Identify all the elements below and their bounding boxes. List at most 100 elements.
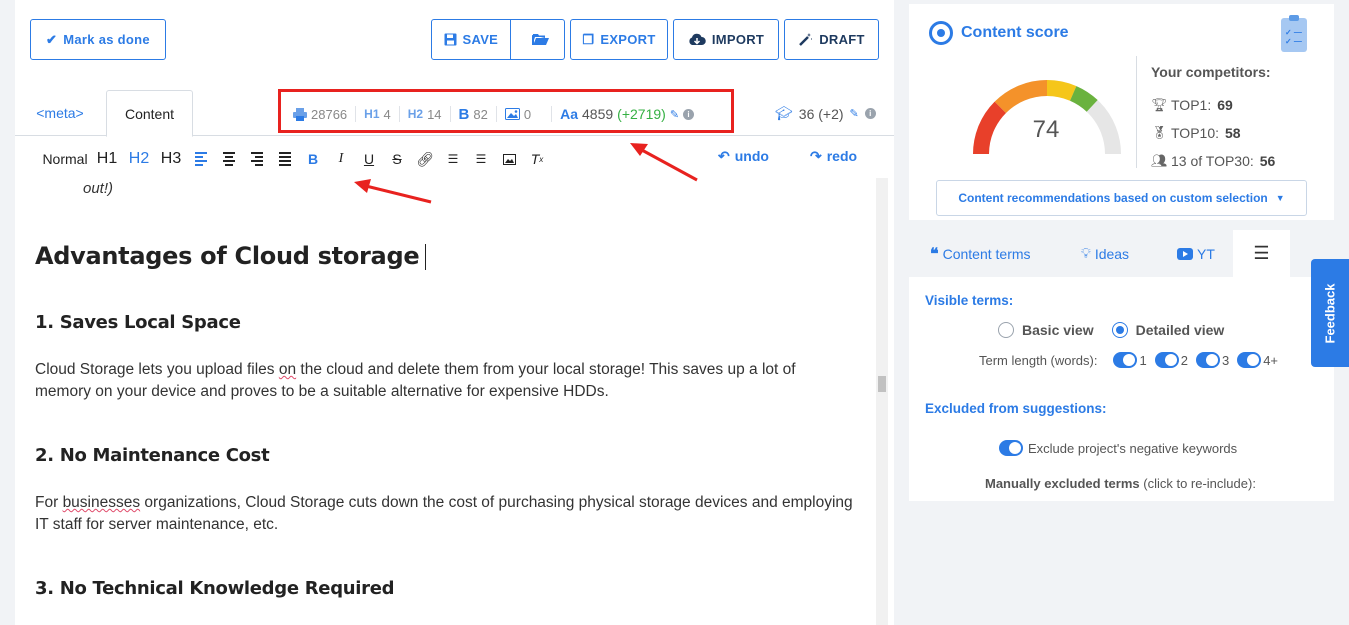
ordered-list-icon[interactable]: ☰ bbox=[439, 147, 467, 171]
clear-format-icon[interactable]: Tx bbox=[523, 147, 551, 171]
align-right-icon[interactable] bbox=[243, 147, 271, 171]
document-body[interactable]: out!) Advantages of Cloud storage 1. Sav… bbox=[15, 178, 876, 625]
link-icon[interactable]: 🔗︎ bbox=[411, 147, 439, 171]
mark-as-done-label: Mark as done bbox=[63, 32, 150, 47]
visible-terms-label: Visible terms: bbox=[925, 293, 1014, 308]
scrollbar-thumb[interactable] bbox=[878, 376, 886, 392]
editor-panel: ✔ Mark as done SAVE ❐ EXPORT IMPORT DRAF… bbox=[15, 0, 894, 625]
side-tabs: ❝ Content terms 💡︎ Ideas YT ☰ bbox=[909, 230, 1334, 277]
section-2-title: 2. No Maintenance Cost bbox=[35, 445, 270, 466]
term-length-3-toggle[interactable]: 3 bbox=[1195, 352, 1229, 368]
cloud-download-icon bbox=[689, 33, 706, 45]
italic-button[interactable]: I bbox=[327, 147, 355, 171]
import-button[interactable]: IMPORT bbox=[673, 19, 779, 60]
competitors: Your competitors: 🏆︎ TOP1: 69 🏅︎ TOP10: 58… bbox=[1151, 64, 1275, 175]
tab-ideas[interactable]: 💡︎ Ideas bbox=[1081, 230, 1129, 277]
info-icon[interactable]: i bbox=[864, 108, 876, 119]
draft-button[interactable]: DRAFT bbox=[784, 19, 879, 60]
undo-icon: ↶ bbox=[718, 148, 730, 164]
competitor-top30: 👥︎ 13 of TOP30: 56 bbox=[1151, 153, 1276, 169]
mark-as-done-button[interactable]: ✔ Mark as done bbox=[30, 19, 166, 60]
copy-icon: ❐ bbox=[582, 31, 595, 47]
align-left-icon[interactable] bbox=[187, 147, 215, 171]
readability-score: 🎓︎ 36 (+2) ✎ i bbox=[775, 105, 876, 122]
term-length-2-toggle[interactable]: 2 bbox=[1154, 352, 1188, 368]
manually-excluded-terms: Manually excluded terms (click to re-inc… bbox=[985, 476, 1256, 491]
trophy-icon: 🏆︎ bbox=[1151, 97, 1168, 112]
format-toolbar: Normal H1 H2 H3 B I U S 🔗︎ ☰ ☰ Tx ↶ undo… bbox=[15, 142, 894, 176]
exclude-negative-toggle[interactable] bbox=[999, 440, 1023, 456]
tab-yt[interactable]: YT bbox=[1177, 230, 1215, 277]
spelling-error: businesses bbox=[62, 494, 141, 511]
open-folder-button[interactable] bbox=[517, 20, 564, 59]
radio-off-icon bbox=[998, 322, 1014, 338]
readability-value: 36 (+2) bbox=[798, 105, 844, 122]
caret-down-icon: ▼ bbox=[1275, 193, 1285, 203]
export-label: EXPORT bbox=[600, 32, 656, 47]
align-justify-icon[interactable] bbox=[271, 147, 299, 171]
youtube-icon bbox=[1177, 247, 1193, 260]
align-center-icon[interactable] bbox=[215, 147, 243, 171]
feedback-tab[interactable]: Feedback bbox=[1311, 259, 1349, 367]
tab-settings[interactable]: ☰ bbox=[1233, 230, 1290, 277]
excluded-label: Excluded from suggestions: bbox=[925, 401, 1107, 416]
h2-button[interactable]: H2 bbox=[123, 147, 155, 171]
group-icon: 👥︎ bbox=[1151, 153, 1168, 168]
content-score-title: Content score bbox=[929, 21, 1069, 45]
graduation-cap-icon: 🎓︎ bbox=[775, 105, 793, 121]
strikethrough-button[interactable]: S bbox=[383, 147, 411, 171]
exclude-negative-row: Exclude project's negative keywords bbox=[999, 440, 1237, 456]
recommendations-dropdown[interactable]: Content recommendations based on custom … bbox=[936, 180, 1307, 216]
gauge-segment-3 bbox=[1046, 80, 1077, 101]
term-length-row: Term length (words): 1 2 3 4+ bbox=[979, 352, 1279, 368]
section-1-title: 1. Saves Local Space bbox=[35, 312, 241, 333]
gauge-segment-4 bbox=[1069, 86, 1098, 112]
bullet-list-icon[interactable]: ☰ bbox=[467, 147, 495, 171]
document-heading: Advantages of Cloud storage bbox=[35, 242, 427, 270]
tab-content[interactable]: Content bbox=[106, 90, 193, 137]
magic-wand-icon bbox=[799, 33, 813, 46]
edit-icon[interactable]: ✎ bbox=[850, 107, 859, 120]
view-mode-radios: Basic view Detailed view bbox=[998, 322, 1224, 338]
medal-icon: 🏅︎ bbox=[1151, 125, 1168, 140]
paragraph-style-select[interactable]: Normal bbox=[39, 147, 91, 171]
spelling-error: on bbox=[278, 361, 297, 378]
undo-button[interactable]: ↶ undo bbox=[718, 148, 769, 165]
target-icon bbox=[929, 21, 953, 45]
score-value: 74 bbox=[1032, 116, 1060, 143]
content-score-card: Content score 74 Your competitors: 🏆︎ TO… bbox=[909, 4, 1334, 220]
tab-meta[interactable]: <meta> bbox=[25, 90, 95, 136]
draft-label: DRAFT bbox=[819, 32, 865, 47]
save-button[interactable]: SAVE bbox=[432, 20, 511, 59]
annotation-highlight-box bbox=[278, 89, 734, 133]
underline-button[interactable]: U bbox=[355, 147, 383, 171]
detailed-view-radio[interactable]: Detailed view bbox=[1111, 322, 1224, 338]
folder-icon bbox=[531, 34, 549, 45]
export-button[interactable]: ❐ EXPORT bbox=[570, 19, 668, 60]
text-caret bbox=[425, 244, 427, 270]
divider bbox=[1136, 56, 1137, 168]
redo-button[interactable]: ↷ redo bbox=[810, 148, 857, 165]
gauge-segment-1 bbox=[973, 101, 1007, 155]
redo-label: redo bbox=[826, 148, 858, 164]
text-fragment: out!) bbox=[83, 180, 114, 197]
save-button-group: SAVE bbox=[431, 19, 565, 60]
section-3-title: 3. No Technical Knowledge Required bbox=[35, 578, 395, 599]
tab-content-terms[interactable]: ❝ Content terms bbox=[930, 230, 1031, 277]
document-scrollbar[interactable] bbox=[876, 178, 888, 625]
competitor-top1: 🏆︎ TOP1: 69 bbox=[1151, 97, 1233, 113]
import-label: IMPORT bbox=[711, 32, 765, 47]
redo-icon: ↷ bbox=[810, 148, 822, 164]
h3-button[interactable]: H3 bbox=[155, 147, 187, 171]
term-length-1-toggle[interactable]: 1 bbox=[1113, 352, 1147, 368]
section-2-text: For businesses organizations, Cloud Stor… bbox=[35, 494, 853, 533]
term-length-4-toggle[interactable]: 4+ bbox=[1237, 352, 1278, 368]
clipboard-checklist-icon[interactable] bbox=[1281, 15, 1307, 52]
basic-view-radio[interactable]: Basic view bbox=[998, 322, 1094, 338]
insert-image-icon[interactable] bbox=[495, 147, 523, 171]
bold-button[interactable]: B bbox=[299, 147, 327, 171]
radio-on-icon bbox=[1111, 322, 1128, 338]
competitors-heading: Your competitors: bbox=[1151, 64, 1271, 80]
settings-panel: Visible terms: Basic view Detailed view … bbox=[909, 277, 1334, 501]
h1-button[interactable]: H1 bbox=[91, 147, 123, 171]
